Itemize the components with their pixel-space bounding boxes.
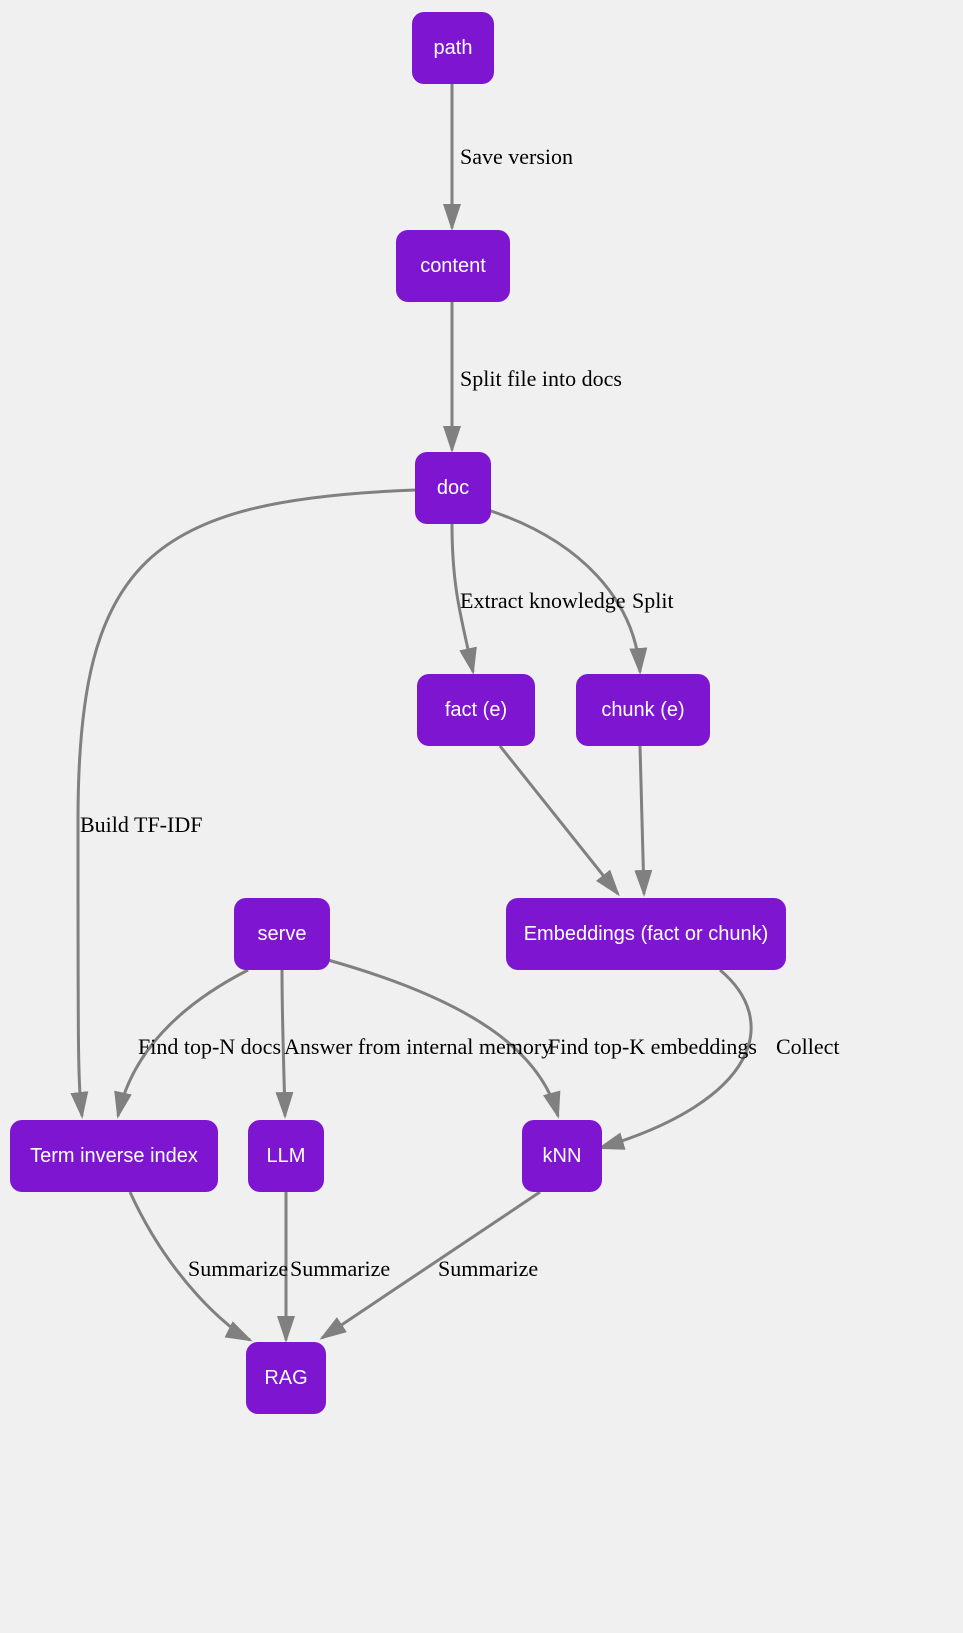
node-label: chunk (e) — [601, 699, 684, 722]
node-knn: kNN — [522, 1120, 602, 1192]
edge-label-split-file: Split file into docs — [460, 366, 622, 392]
node-path: path — [412, 12, 494, 84]
edge-label-find-topk: Find top-K embeddings — [548, 1034, 757, 1060]
diagram-canvas: path content doc fact (e) chunk (e) serv… — [0, 0, 963, 1633]
node-content: content — [396, 230, 510, 302]
node-label: serve — [258, 923, 307, 946]
node-label: fact (e) — [445, 699, 507, 722]
node-rag: RAG — [246, 1342, 326, 1414]
node-llm: LLM — [248, 1120, 324, 1192]
node-embeddings: Embeddings (fact or chunk) — [506, 898, 786, 970]
node-label: Term inverse index — [30, 1145, 198, 1168]
edge-label-answer-internal: Answer from internal memory — [284, 1034, 552, 1060]
node-term-inverse-index: Term inverse index — [10, 1120, 218, 1192]
node-label: LLM — [267, 1145, 306, 1168]
edge-label-summarize-llm: Summarize — [290, 1256, 390, 1282]
node-doc: doc — [415, 452, 491, 524]
node-chunk: chunk (e) — [576, 674, 710, 746]
node-label: doc — [437, 477, 469, 500]
node-label: content — [420, 255, 486, 278]
edge-label-find-topn: Find top-N docs — [138, 1034, 281, 1060]
edge-label-save-version: Save version — [460, 144, 573, 170]
edge-label-split: Split — [632, 588, 674, 614]
node-fact: fact (e) — [417, 674, 535, 746]
edge-label-build-tfidf: Build TF-IDF — [80, 812, 202, 838]
node-serve: serve — [234, 898, 330, 970]
node-label: path — [434, 37, 473, 60]
edge-label-collect: Collect — [776, 1034, 840, 1060]
edge-label-summarize-tii: Summarize — [188, 1256, 288, 1282]
node-label: RAG — [264, 1367, 307, 1390]
edge-label-summarize-knn: Summarize — [438, 1256, 538, 1282]
node-label: kNN — [543, 1145, 582, 1168]
edge-label-extract-knowledge: Extract knowledge — [460, 588, 626, 614]
node-label: Embeddings (fact or chunk) — [524, 923, 769, 946]
